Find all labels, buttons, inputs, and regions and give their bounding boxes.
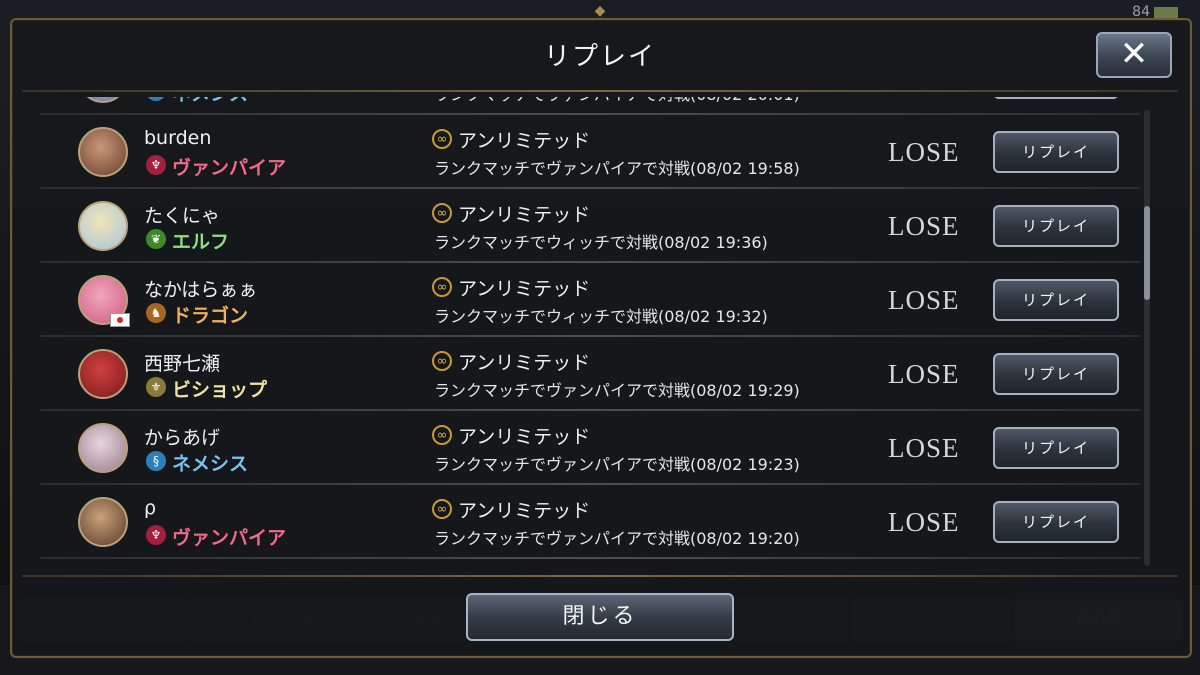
ornament-crest-icon: ◆	[594, 3, 606, 19]
dialog-title: リプレイ	[543, 42, 656, 72]
replay-button[interactable]: リプレイ	[993, 279, 1119, 321]
match-result: LOSE	[888, 285, 960, 315]
replay-row: 西野七瀬 ⚜ ビショップ ∞ アンリミテッドランクマッチでヴァンパイアで対戦(08/02…	[40, 337, 1140, 411]
class-name: ビショップ	[172, 379, 268, 401]
match-result: LOSE	[888, 359, 960, 389]
player-name: ρ	[144, 497, 157, 519]
replay-row: burden ♆ ヴァンパイア ∞ アンリミテッドランクマッチでヴァンパイアで対戦(08…	[40, 115, 1140, 189]
scrollbar[interactable]	[1144, 110, 1150, 566]
match-result: LOSE	[888, 433, 960, 463]
player-name: からあげ	[144, 427, 221, 449]
player-name: なかはらぁぁ	[144, 279, 258, 301]
unlimited-format-icon: ∞	[432, 499, 452, 519]
player-name: 西野七瀬	[144, 353, 221, 375]
player-avatar	[78, 349, 128, 399]
close-icon: ✕	[1119, 34, 1149, 74]
replay-button[interactable]: リプレイ	[993, 501, 1119, 543]
row-divider	[40, 557, 1140, 559]
close-x-button[interactable]: ✕	[1096, 32, 1172, 78]
unlimited-format-icon: ∞	[432, 129, 452, 149]
japan-flag-icon	[110, 313, 130, 327]
unlimited-format-icon: ∞	[432, 425, 452, 445]
replay-list[interactable]: ミッション消化§ネメシス∞アンリミテッドランクマッチでヴァンパイアで対戦(08/…	[40, 97, 1140, 570]
class-name: ネメシス	[172, 97, 248, 106]
replay-row: ρ ♆ ヴァンパイア ∞ アンリミテッドランクマッチでヴァンパイアで対戦(08/02 1…	[40, 485, 1140, 559]
class-name: ドラゴン	[172, 305, 249, 327]
match-result: LOSE	[888, 507, 960, 537]
format-label: アンリミテッド	[458, 204, 591, 226]
match-description: ランクマッチでヴァンパイアで対戦(08/02 20:01)	[434, 97, 800, 105]
format-label: アンリミテッド	[458, 278, 591, 300]
unlimited-format-icon: ∞	[432, 351, 452, 371]
class-name: ネメシス	[172, 453, 249, 475]
match-result: LOSE	[888, 137, 960, 167]
class-name: ヴァンパイア	[172, 527, 287, 549]
format-label: アンリミテッド	[458, 352, 591, 374]
class-emblem-icon: §	[146, 451, 166, 471]
player-avatar	[78, 423, 128, 473]
player-name: burden	[144, 127, 212, 149]
replay-button[interactable]: リプレイ	[993, 353, 1119, 395]
player-avatar	[78, 97, 128, 103]
format-label: アンリミテッド	[458, 426, 591, 448]
class-emblem-icon: §	[146, 97, 166, 101]
class-name: エルフ	[172, 231, 230, 253]
match-description: ランクマッチでヴァンパイアで対戦(08/02 19:23)	[434, 455, 800, 474]
player-avatar	[78, 201, 128, 251]
divider-bottom	[22, 575, 1178, 577]
match-description: ランクマッチでウィッチで対戦(08/02 19:36)	[434, 233, 768, 252]
unlimited-format-icon: ∞	[432, 203, 452, 223]
format-label: アンリミテッド	[458, 500, 591, 522]
replay-button[interactable]: リプレイ	[993, 205, 1119, 247]
replay-row: たくにゃ ❦ エルフ ∞ アンリミテッドランクマッチでウィッチで対戦(08/02 19:…	[40, 189, 1140, 263]
battery-icon	[1154, 6, 1178, 18]
replay-button[interactable]: リプレイ	[993, 97, 1119, 99]
player-avatar	[78, 127, 128, 177]
match-description: ランクマッチでヴァンパイアで対戦(08/02 19:20)	[434, 529, 800, 548]
class-name: ヴァンパイア	[172, 157, 287, 179]
replay-row: からあげ § ネメシス ∞ アンリミテッドランクマッチでヴァンパイアで対戦(08/02 …	[40, 411, 1140, 485]
replay-row: ミッション消化§ネメシス∞アンリミテッドランクマッチでヴァンパイアで対戦(08/…	[40, 97, 1140, 115]
match-description: ランクマッチでウィッチで対戦(08/02 19:32)	[434, 307, 768, 326]
match-result: LOSE	[888, 211, 960, 241]
class-emblem-icon: ♆	[146, 155, 166, 175]
class-emblem-icon: ❦	[146, 229, 166, 249]
replay-button[interactable]: リプレイ	[993, 131, 1119, 173]
scrollbar-thumb[interactable]	[1144, 206, 1150, 300]
divider-top	[22, 90, 1178, 92]
player-name: たくにゃ	[144, 205, 221, 227]
class-emblem-icon: ⚜	[146, 377, 166, 397]
unlimited-format-icon: ∞	[432, 277, 452, 297]
class-emblem-icon: ♞	[146, 303, 166, 323]
match-description: ランクマッチでヴァンパイアで対戦(08/02 19:29)	[434, 381, 800, 400]
match-description: ランクマッチでヴァンパイアで対戦(08/02 19:58)	[434, 159, 800, 178]
replay-button[interactable]: リプレイ	[993, 427, 1119, 469]
player-avatar	[78, 497, 128, 547]
close-button[interactable]: 閉じる	[466, 593, 734, 641]
class-emblem-icon: ♆	[146, 525, 166, 545]
format-label: アンリミテッド	[458, 130, 591, 152]
replay-row: なかはらぁぁ ♞ ドラゴン ∞ アンリミテッドランクマッチでウィッチで対戦(08/02 …	[40, 263, 1140, 337]
